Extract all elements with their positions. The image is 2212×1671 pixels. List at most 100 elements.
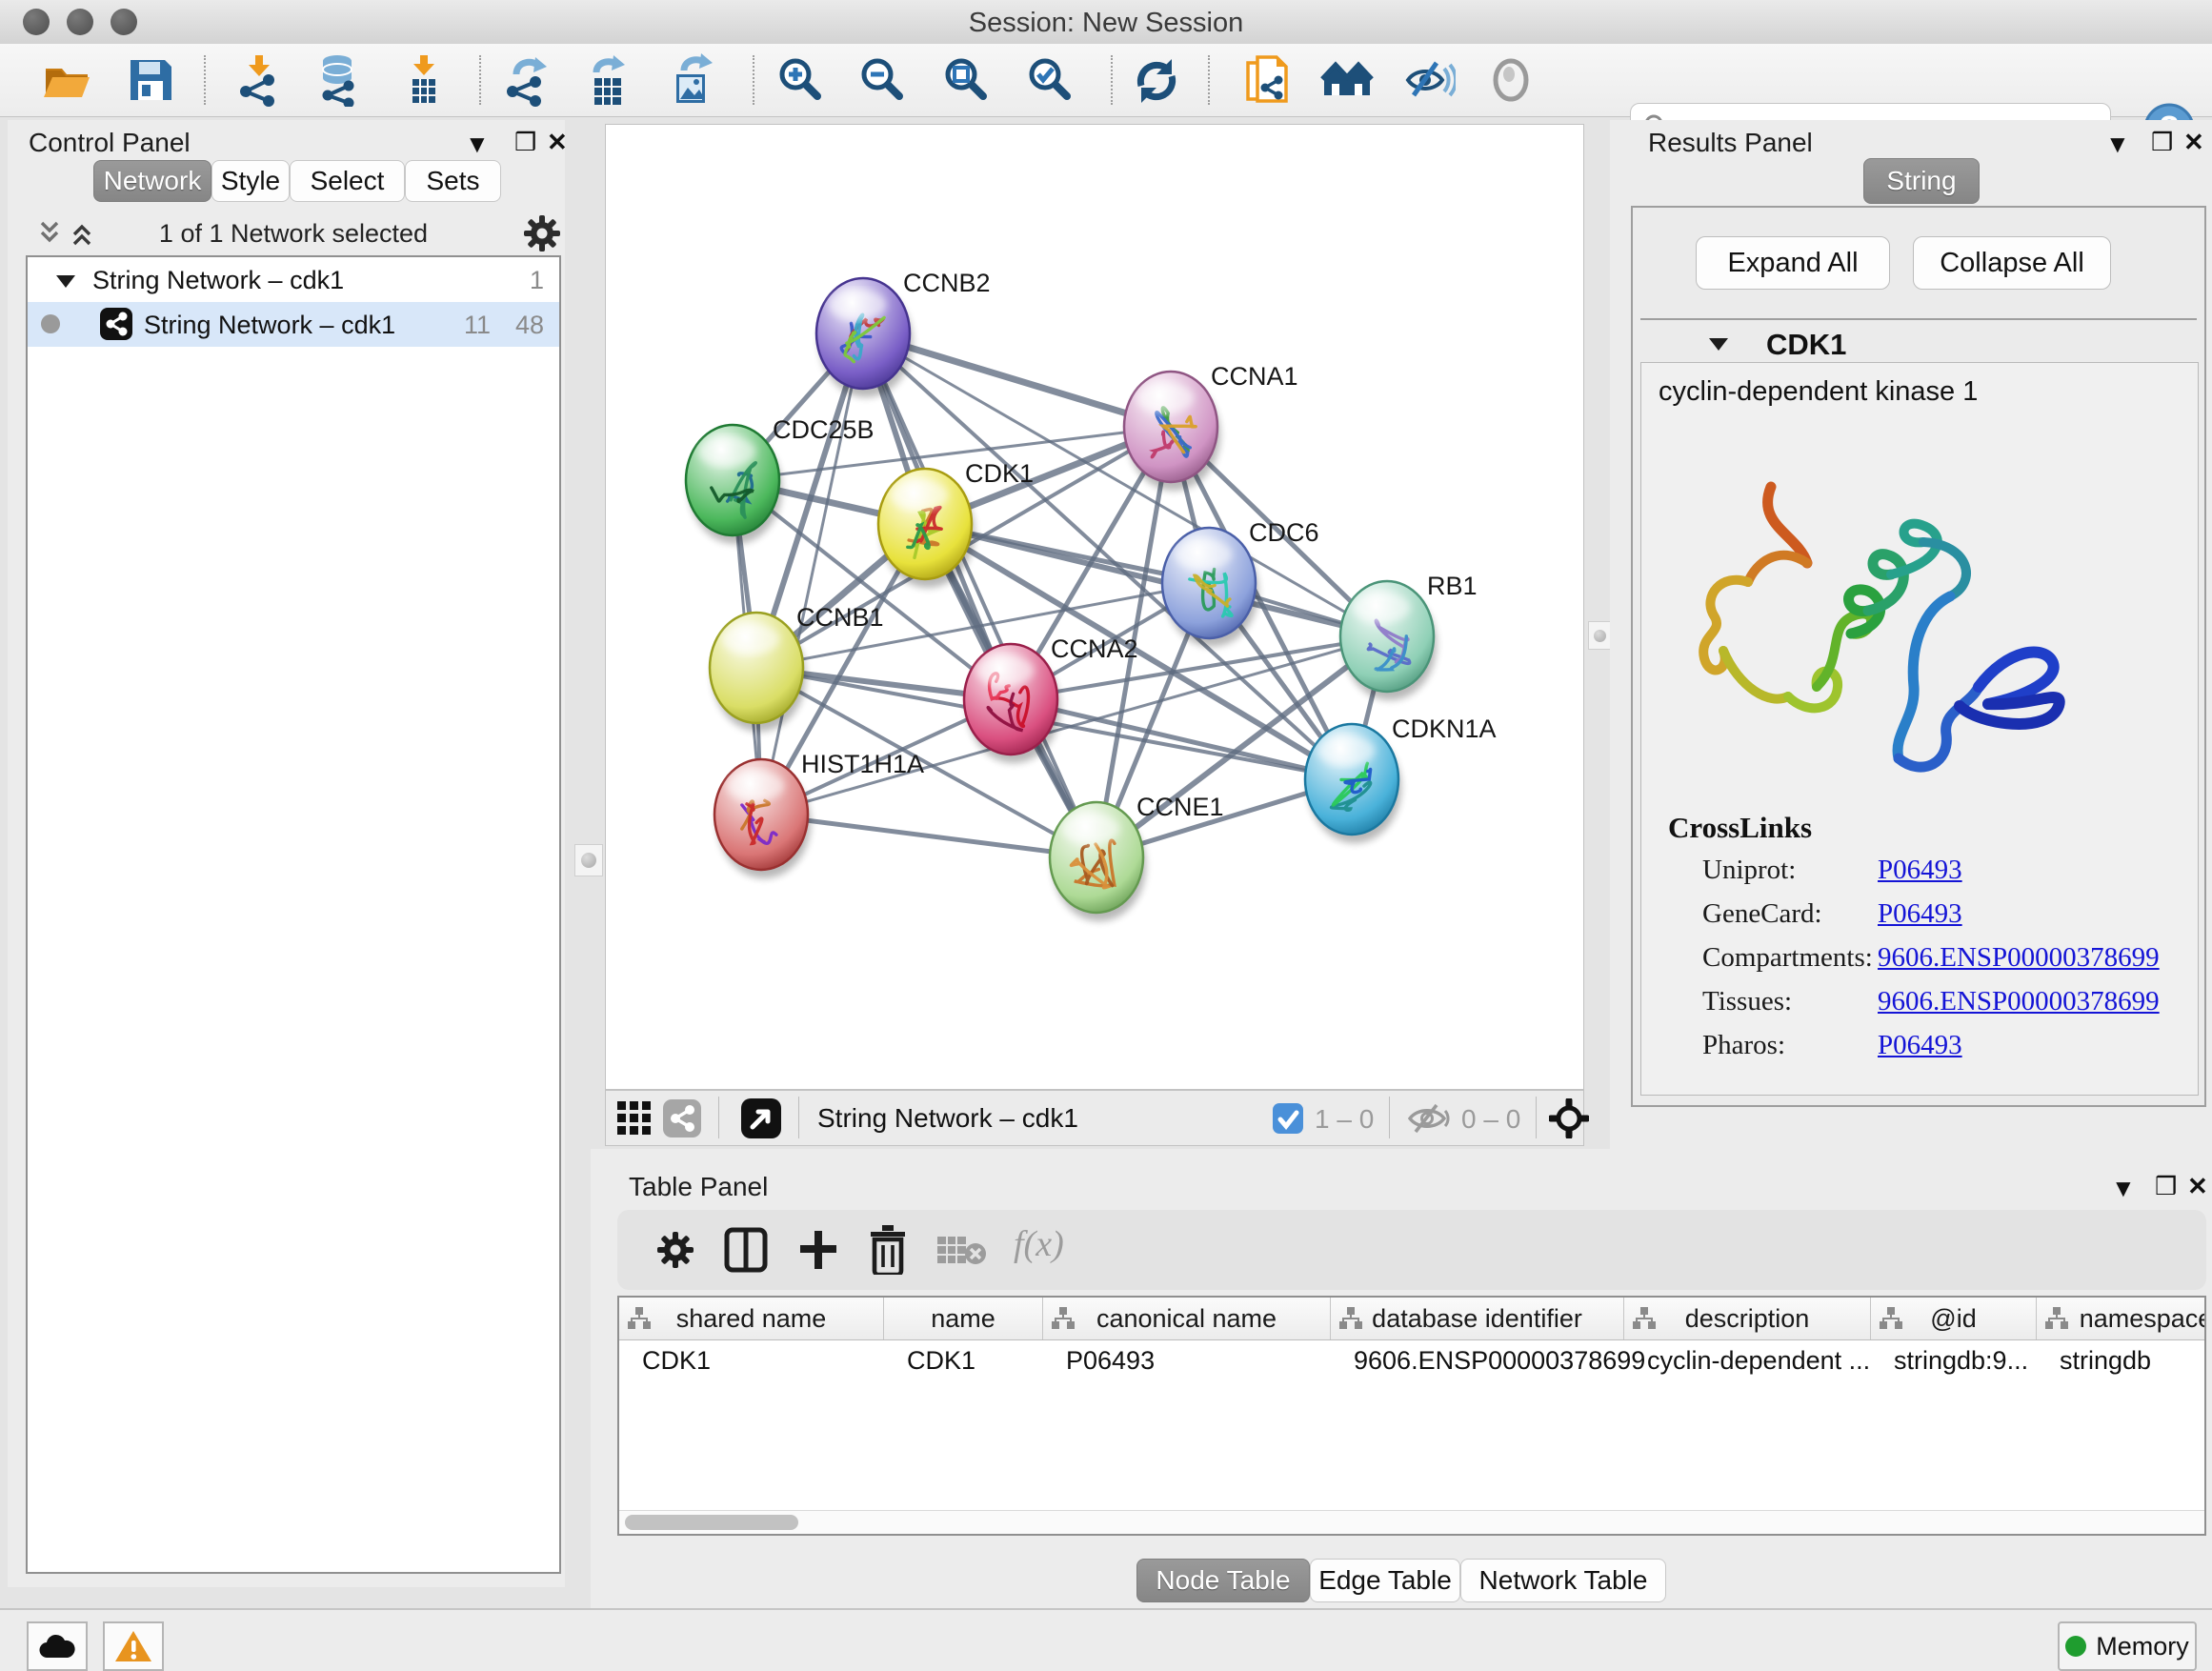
vertical-splitter-handle[interactable] — [1588, 621, 1611, 650]
tab-network-table[interactable]: Network Table — [1460, 1559, 1666, 1602]
protein-section-header[interactable]: CDK1 — [1640, 318, 2197, 364]
column-header-namespace[interactable]: namespace — [2037, 1298, 2206, 1339]
crosslink-link[interactable]: P06493 — [1878, 1030, 1962, 1061]
column-header-name[interactable]: name — [884, 1298, 1043, 1339]
gear-icon[interactable] — [655, 1230, 695, 1270]
zoom-fit-button[interactable] — [939, 53, 993, 107]
tab-edge-table[interactable]: Edge Table — [1310, 1559, 1460, 1602]
import-network-file-button[interactable] — [232, 53, 286, 107]
share-view-icon[interactable] — [663, 1099, 701, 1137]
show-all-button[interactable] — [1484, 53, 1538, 107]
import-network-database-button[interactable] — [312, 53, 366, 107]
network-node-ccnb1[interactable]: CCNB1 — [710, 603, 884, 732]
column-header-database-identifier[interactable]: database identifier — [1331, 1298, 1624, 1339]
tab-select[interactable]: Select — [290, 160, 405, 202]
network-node-cdk1[interactable]: CDK1 — [878, 459, 1034, 588]
network-node-ccna2[interactable]: CCNA2 — [964, 634, 1138, 763]
grid-view-icon[interactable] — [617, 1101, 653, 1137]
node-table[interactable]: shared namenamecanonical namedatabase id… — [617, 1296, 2206, 1536]
tab-string[interactable]: String — [1863, 158, 1980, 204]
tree-expand-icon[interactable] — [54, 272, 77, 290]
network-status-dot — [41, 314, 60, 333]
selected-checkbox-icon[interactable] — [1273, 1103, 1303, 1134]
column-header-canonical-name[interactable]: canonical name — [1043, 1298, 1331, 1339]
network-node-cdkn1a[interactable]: CDKN1A — [1305, 715, 1497, 843]
float-panel-icon[interactable]: ❒ — [514, 130, 536, 154]
table-row[interactable]: CDK1CDK1P064939606.ENSP00000378699cyclin… — [619, 1339, 2206, 1381]
table-cell[interactable]: 9606.ENSP00000378699 — [1331, 1339, 1624, 1381]
network-node-hist1h1a[interactable]: HIST1H1A — [714, 750, 924, 878]
crosslink-link[interactable]: 9606.ENSP00000378699 — [1878, 986, 2160, 1017]
close-panel-icon[interactable]: ✕ — [2183, 130, 2204, 154]
float-panel-icon[interactable]: ❒ — [2155, 1174, 2177, 1198]
network-canvas[interactable]: CCNB2CCNA1CDC25BCDK1CDC6RB1CCNB1CCNA2CDK… — [605, 124, 1584, 1090]
memory-button[interactable]: Memory — [2058, 1621, 2197, 1671]
expand-all-button[interactable]: Expand All — [1696, 236, 1890, 290]
zoom-selected-button[interactable] — [1023, 53, 1076, 107]
table-cell[interactable]: stringdb:9... — [1871, 1339, 2037, 1381]
collapse-all-button[interactable]: Collapse All — [1913, 236, 2111, 290]
network-node-ccnb2[interactable]: CCNB2 — [816, 269, 991, 397]
save-session-button[interactable] — [124, 53, 177, 107]
network-edge[interactable] — [761, 815, 1096, 857]
close-panel-icon[interactable]: ✕ — [547, 130, 568, 154]
collapse-all-icon[interactable] — [34, 219, 67, 248]
cloud-button[interactable] — [27, 1621, 88, 1671]
zoom-in-button[interactable] — [774, 53, 827, 107]
network-collection-row[interactable]: String Network – cdk1 1 — [28, 257, 559, 302]
network-node-rb1[interactable]: RB1 — [1340, 572, 1478, 700]
vertical-splitter-handle[interactable] — [574, 844, 603, 876]
crosslink-link[interactable]: 9606.ENSP00000378699 — [1878, 942, 2160, 974]
table-cell[interactable]: P06493 — [1043, 1339, 1331, 1381]
horizontal-scrollbar[interactable] — [619, 1510, 2204, 1534]
scrollbar-thumb[interactable] — [625, 1515, 798, 1530]
tab-style[interactable]: Style — [211, 160, 290, 202]
gear-icon[interactable] — [522, 213, 562, 253]
crosslink-link[interactable]: P06493 — [1878, 855, 1962, 886]
show-columns-icon[interactable] — [724, 1227, 768, 1273]
crosslink-link[interactable]: P06493 — [1878, 898, 1962, 930]
tab-network[interactable]: Network — [93, 160, 211, 202]
delete-column-icon[interactable] — [867, 1225, 909, 1275]
export-image-button[interactable] — [665, 53, 718, 107]
panel-menu-icon[interactable]: ▼ — [2105, 131, 2130, 156]
network-graph[interactable]: CCNB2CCNA1CDC25BCDK1CDC6RB1CCNB1CCNA2CDK… — [606, 125, 1583, 1089]
zoom-out-button[interactable] — [855, 53, 909, 107]
expand-all-icon[interactable] — [67, 219, 99, 248]
network-node-ccna1[interactable]: CCNA1 — [1124, 362, 1298, 491]
apply-layout-button[interactable] — [1130, 53, 1183, 107]
add-column-icon[interactable] — [796, 1227, 840, 1273]
hide-selected-button[interactable] — [1402, 53, 1456, 107]
tab-sets[interactable]: Sets — [405, 160, 501, 202]
table-cell[interactable]: stringdb — [2037, 1339, 2206, 1381]
node-count: 11 — [464, 311, 491, 340]
panel-menu-icon[interactable]: ▼ — [2111, 1176, 2136, 1200]
panel-menu-icon[interactable]: ▼ — [465, 131, 490, 156]
protein-name: CDK1 — [1766, 328, 1846, 362]
section-collapse-icon[interactable] — [1707, 335, 1730, 352]
node-label: RB1 — [1427, 572, 1478, 600]
warnings-button[interactable] — [103, 1621, 164, 1671]
column-header--id[interactable]: @id — [1871, 1298, 2037, 1339]
table-cell[interactable]: CDK1 — [884, 1339, 1043, 1381]
import-table-button[interactable] — [397, 53, 451, 107]
table-cell[interactable]: CDK1 — [619, 1339, 884, 1381]
network-node-ccne1[interactable]: CCNE1 — [1050, 793, 1224, 921]
table-cell[interactable]: cyclin-dependent ... — [1624, 1339, 1871, 1381]
first-neighbors-button[interactable] — [1320, 53, 1374, 107]
tab-node-table[interactable]: Node Table — [1136, 1559, 1310, 1602]
network-from-file-button[interactable] — [1240, 53, 1294, 107]
float-panel-icon[interactable]: ❒ — [2151, 130, 2173, 154]
network-node-cdc25b[interactable]: CDC25B — [686, 415, 875, 544]
open-session-button[interactable] — [40, 53, 93, 107]
column-header-shared-name[interactable]: shared name — [619, 1298, 884, 1339]
export-network-button[interactable] — [499, 53, 553, 107]
crosshair-icon[interactable] — [1549, 1098, 1589, 1138]
network-row-selected[interactable]: String Network – cdk1 11 48 — [28, 302, 559, 347]
close-panel-icon[interactable]: ✕ — [2187, 1174, 2208, 1198]
open-in-new-icon[interactable] — [741, 1098, 781, 1138]
column-header-description[interactable]: description — [1624, 1298, 1871, 1339]
export-table-button[interactable] — [581, 53, 634, 107]
network-edge[interactable] — [761, 333, 863, 815]
network-edge[interactable] — [863, 333, 1096, 857]
